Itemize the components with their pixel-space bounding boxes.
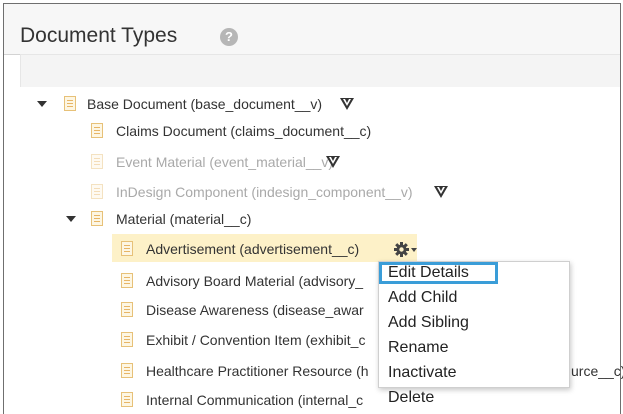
tree-node-label: Internal Communication (internal_c: [146, 392, 364, 408]
tree-node-label: Disease Awareness (disease_awar: [146, 302, 364, 318]
expand-toggle-icon[interactable]: [37, 101, 47, 107]
help-icon[interactable]: ?: [220, 28, 238, 46]
tree-node-claims-document[interactable]: Claims Document (claims_document__c): [0, 120, 623, 142]
tree-node-advisory-board-material[interactable]: Advisory Board Material (advisory_: [0, 270, 378, 292]
menu-item-rename[interactable]: Rename: [388, 337, 448, 359]
menu-item-add-sibling[interactable]: Add Sibling: [388, 312, 469, 334]
document-icon: [121, 392, 133, 407]
tree-node-label: Claims Document (claims_document__c): [116, 123, 372, 139]
expand-toggle-icon[interactable]: [66, 216, 76, 222]
menu-item-add-child[interactable]: Add Child: [388, 287, 457, 309]
document-icon: [64, 96, 76, 111]
tree-node-exhibit-convention-item[interactable]: Exhibit / Convention Item (exhibit_c: [0, 329, 378, 351]
tree-node-base-document[interactable]: Base Document (base_document__v): [0, 93, 623, 115]
page-title: Document Types: [20, 24, 178, 47]
context-menu: Edit Details Add Child Add Sibling Renam…: [378, 261, 570, 406]
tree-node-advertisement[interactable]: Advertisement (advertisement__c): [0, 238, 623, 260]
menu-item-edit-details[interactable]: Edit Details: [388, 262, 469, 284]
tree-node-label: Base Document (base_document__v): [87, 96, 323, 112]
document-icon: [121, 363, 133, 378]
tree-node-event-material[interactable]: Event Material (event_material__v): [0, 151, 623, 173]
tree-node-label-tail: urce__c): [571, 363, 623, 379]
tree-node-label: Exhibit / Convention Item (exhibit_c: [146, 332, 366, 348]
tree-node-indesign-component[interactable]: InDesign Component (indesign_component__…: [0, 181, 623, 203]
tree-node-internal-communication[interactable]: Internal Communication (internal_c: [0, 389, 378, 411]
panel-header: Document Types ?: [4, 4, 620, 55]
document-icon: [121, 273, 133, 288]
menu-item-inactivate[interactable]: Inactivate: [388, 362, 456, 384]
document-icon: [91, 154, 103, 169]
filter-icon[interactable]: [326, 155, 340, 169]
tree-node-label: Event Material (event_material__v): [116, 154, 334, 170]
tree-node-label: Advertisement (advertisement__c): [146, 241, 360, 257]
document-icon: [91, 184, 103, 199]
tree-node-disease-awareness[interactable]: Disease Awareness (disease_awar: [0, 299, 378, 321]
tree-node-label: Material (material__c): [116, 211, 252, 227]
document-icon: [121, 332, 133, 347]
document-icon: [91, 211, 103, 226]
filter-icon[interactable]: [340, 97, 354, 111]
tree-node-label: Healthcare Practitioner Resource (h: [146, 363, 369, 379]
document-icon: [121, 302, 133, 317]
document-icon: [91, 123, 103, 138]
menu-item-delete[interactable]: Delete: [388, 387, 434, 409]
gear-menu-icon[interactable]: [394, 242, 419, 257]
document-icon: [121, 241, 133, 256]
tree-node-material[interactable]: Material (material__c): [0, 208, 623, 230]
tree-node-label: Advisory Board Material (advisory_: [146, 273, 364, 289]
tree-node-label: InDesign Component (indesign_component__…: [116, 184, 413, 200]
filter-icon[interactable]: [434, 185, 448, 199]
tree-toolbar: [20, 54, 620, 87]
